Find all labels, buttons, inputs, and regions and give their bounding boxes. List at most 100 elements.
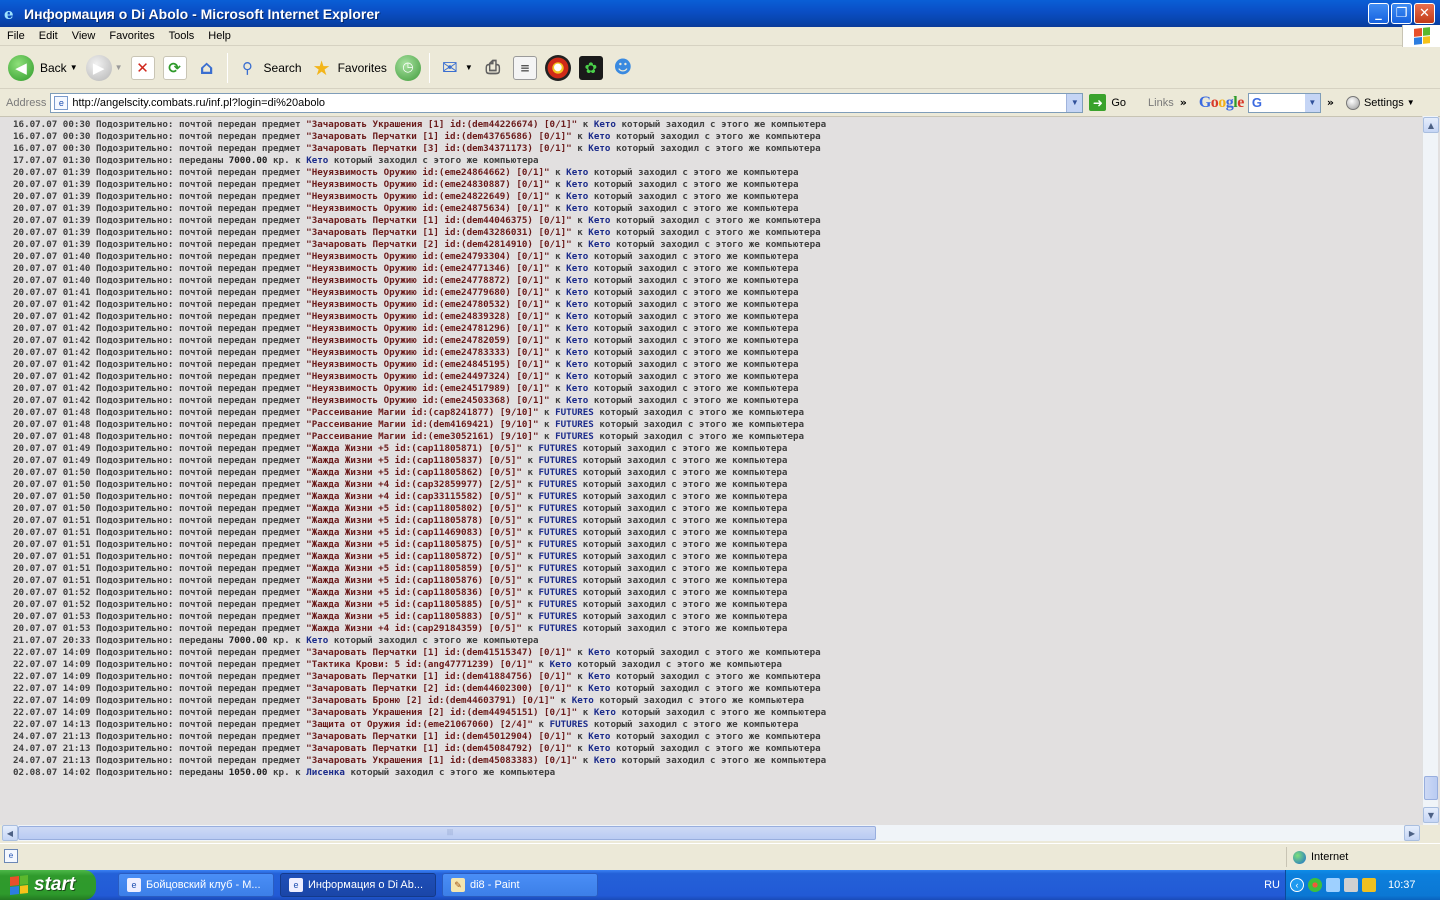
log-text: 20.07.07 01:42 Подозрительно: почтой пер… (13, 323, 307, 334)
recipient-name: FUTURES (538, 599, 578, 610)
favorites-button[interactable]: ★ Favorites (306, 50, 391, 86)
addon-button-2[interactable]: ✿ (575, 50, 607, 86)
menu-favorites[interactable]: Favorites (102, 30, 161, 42)
taskbar-item-info[interactable]: e Информация о Di Ab... (280, 873, 436, 897)
back-button[interactable]: ◀ Back ▼ (4, 50, 82, 86)
toolbar-separator (226, 52, 228, 83)
item-name: "Зачаровать Перчатки [1] id:(dem43765686… (306, 131, 572, 142)
log-row: 22.07.07 14:09 Подозрительно: почтой пер… (13, 671, 1413, 683)
log-text: 16.07.07 00:30 Подозрительно: почтой пер… (13, 131, 307, 142)
horizontal-scrollbar[interactable]: ◀ ▶ (2, 825, 1420, 841)
address-url[interactable]: http://angelscity.combats.ru/inf.pl?logi… (72, 97, 1066, 109)
log-text: который заходил с этого же компьютера (577, 623, 788, 634)
log-row: 20.07.07 01:42 Подозрительно: почтой пер… (13, 335, 1413, 347)
horizontal-scroll-thumb[interactable] (18, 826, 876, 840)
links-button[interactable]: Links (1148, 97, 1174, 109)
addon-button-1[interactable]: ● (541, 50, 575, 86)
search-button[interactable]: ⚲ Search (232, 50, 306, 86)
log-text: к (549, 323, 567, 334)
recipient-name: Кето (588, 671, 611, 682)
log-text: который заходил с этого же компьютера (577, 467, 788, 478)
minimize-button[interactable]: _ (1368, 3, 1389, 24)
google-chevron-icon[interactable]: » (1327, 96, 1334, 109)
item-name: "Неуязвимость Оружию id:(eme24779680) [0… (306, 287, 550, 298)
item-name: "Жажда Жизни +5 id:(cap11805871) [0/5]" (306, 443, 522, 454)
log-text: к (549, 251, 567, 262)
log-text: который заходил с этого же компьютера (577, 503, 788, 514)
recipient-name: Кето (566, 359, 589, 370)
log-row: 20.07.07 01:40 Подозрительно: почтой пер… (13, 263, 1413, 275)
links-chevron-icon[interactable]: » (1180, 96, 1187, 109)
scroll-left-button[interactable]: ◀ (2, 825, 18, 841)
menu-help[interactable]: Help (201, 30, 238, 42)
recipient-name: Кето (588, 131, 611, 142)
zone-label: Internet (1311, 851, 1349, 863)
back-dropdown-icon[interactable]: ▼ (70, 63, 78, 72)
menu-tools[interactable]: Tools (162, 30, 202, 42)
item-name: "Неуязвимость Оружию id:(eme24864662) [0… (306, 167, 550, 178)
recipient-name: Кето (566, 323, 589, 334)
log-row: 20.07.07 01:39 Подозрительно: почтой пер… (13, 167, 1413, 179)
menu-view[interactable]: View (65, 30, 103, 42)
google-search-box[interactable]: G ▼ (1247, 92, 1321, 113)
edit-button[interactable]: ≡ (509, 50, 541, 86)
address-input[interactable]: e http://angelscity.combats.ru/inf.pl?lo… (50, 92, 1084, 113)
item-name: "Неуязвимость Оружию id:(eme24875634) [0… (306, 203, 550, 214)
log-text: 20.07.07 01:48 Подозрительно: почтой пер… (13, 407, 307, 418)
tray-volume-icon[interactable] (1344, 878, 1358, 892)
taskbar-item-combats[interactable]: e Бойцовский клуб - M... (118, 873, 274, 897)
log-text: к (521, 479, 539, 490)
scroll-right-button[interactable]: ▶ (1404, 825, 1420, 841)
log-text: к (549, 383, 567, 394)
tray-network-icon[interactable] (1326, 878, 1340, 892)
item-name: "Зачаровать Перчатки [3] id:(dem34371173… (306, 143, 572, 154)
tray-security-icon[interactable] (1362, 878, 1376, 892)
refresh-button[interactable]: ⟳ (159, 50, 191, 86)
tray-icq-icon[interactable] (1308, 878, 1322, 892)
menu-edit[interactable]: Edit (32, 30, 65, 42)
task-label: Бойцовский клуб - M... (146, 879, 261, 891)
log-row: 20.07.07 01:40 Подозрительно: почтой пер… (13, 275, 1413, 287)
scroll-down-button[interactable]: ▼ (1423, 807, 1439, 823)
log-row: 20.07.07 01:39 Подозрительно: почтой пер… (13, 215, 1413, 227)
log-text: к (549, 275, 567, 286)
go-button[interactable]: ➜ Go (1089, 94, 1126, 111)
vertical-scroll-thumb[interactable] (1424, 776, 1438, 800)
item-name: "Зачаровать Перчатки [1] id:(dem44046375… (306, 215, 572, 226)
log-row: 20.07.07 01:42 Подозрительно: почтой пер… (13, 395, 1413, 407)
log-text: к (571, 143, 589, 154)
menu-file[interactable]: File (0, 30, 32, 42)
log-row: 20.07.07 01:42 Подозрительно: почтой пер… (13, 311, 1413, 323)
start-button[interactable]: start (0, 870, 96, 900)
history-button[interactable]: ◷ (391, 50, 425, 86)
stop-button[interactable]: ✕ (127, 50, 159, 86)
google-dropdown-icon[interactable]: ▼ (1304, 93, 1320, 112)
address-dropdown-icon[interactable]: ▼ (1066, 93, 1083, 112)
address-label: Address (6, 96, 47, 109)
recipient-name: Кето (566, 275, 589, 286)
restore-button[interactable]: ❐ (1391, 3, 1412, 24)
forward-button[interactable]: ▶ ▼ (82, 50, 127, 86)
recipient-name: FUTURES (538, 491, 578, 502)
item-name: "Жажда Жизни +5 id:(cap11805872) [0/5]" (306, 551, 522, 562)
forward-dropdown-icon[interactable]: ▼ (115, 63, 123, 72)
mail-button[interactable]: ✉ ▼ (434, 50, 477, 86)
recipient-name: FUTURES (555, 407, 594, 418)
log-text: который заходил с этого же компьютера (588, 359, 799, 370)
vertical-scrollbar[interactable]: ▲ ▼ (1422, 116, 1439, 825)
log-text: который заходил с этого же компьютера (588, 191, 799, 202)
recipient-name: Кето (306, 635, 329, 646)
close-button[interactable]: ✕ (1414, 3, 1435, 24)
taskbar-item-paint[interactable]: ✎ di8 - Paint (442, 873, 598, 897)
print-button[interactable]: ⎙ (477, 50, 509, 86)
log-text: 20.07.07 01:51 Подозрительно: почтой пер… (13, 515, 307, 526)
scroll-up-button[interactable]: ▲ (1423, 117, 1439, 133)
settings-button[interactable]: Settings ▼ (1345, 95, 1415, 110)
page-status-icon: e (4, 849, 18, 863)
language-indicator[interactable]: RU (1264, 870, 1280, 900)
tray-expand-icon[interactable]: ‹ (1290, 878, 1304, 892)
messenger-button[interactable]: ☻ (607, 50, 639, 86)
mail-dropdown-icon[interactable]: ▼ (465, 63, 473, 72)
home-button[interactable]: ⌂ (191, 50, 223, 86)
item-name: "Неуязвимость Оружию id:(eme24783333) [0… (306, 347, 550, 358)
